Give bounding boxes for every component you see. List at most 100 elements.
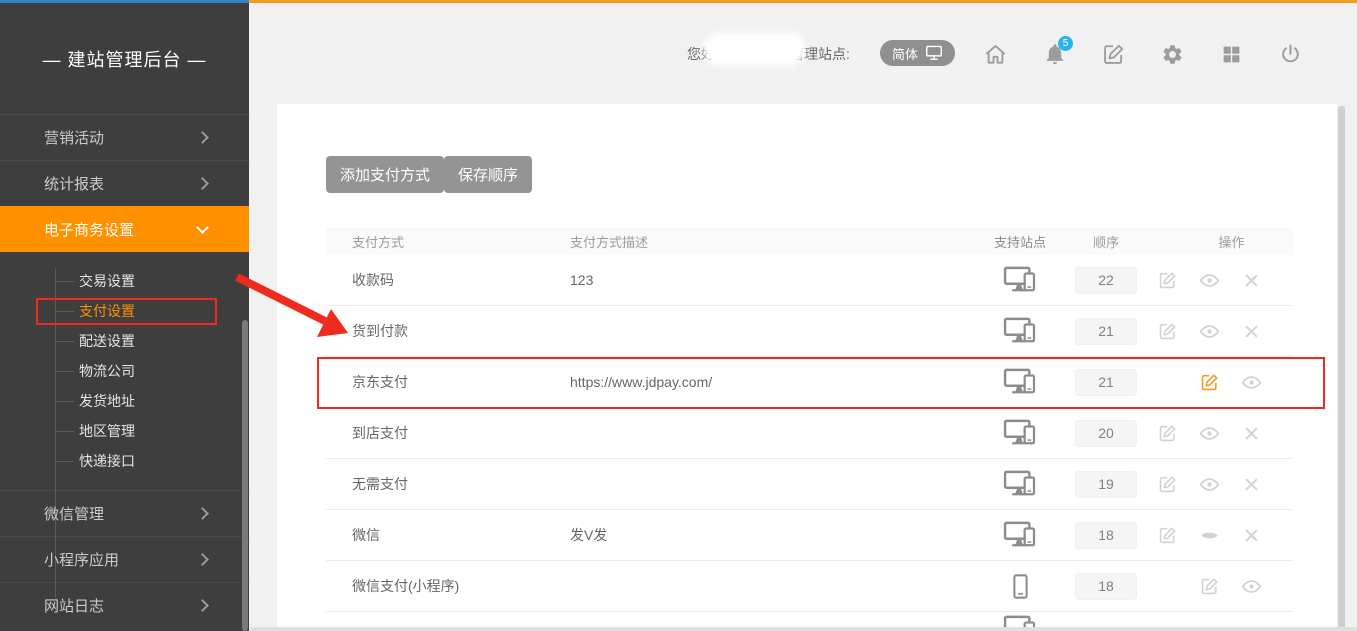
notification-badge: 5 (1058, 36, 1073, 51)
sidebar-subitem-0[interactable]: 交易设置 (0, 266, 249, 296)
order-cell: 18 (1070, 573, 1142, 600)
supported-sites-cell (970, 368, 1070, 396)
topbar: 您好 管理站点: 简体 5 (249, 3, 1357, 104)
gear-icon[interactable] (1159, 41, 1185, 67)
sidebar-subitem-1[interactable]: 支付设置 (0, 296, 249, 326)
edit-icon[interactable] (1188, 373, 1230, 392)
order-input[interactable]: 21 (1075, 369, 1137, 396)
sidebar-item-bottom-0[interactable]: 微信管理 (0, 490, 249, 536)
payment-method-description: 123 (570, 272, 970, 288)
close-icon[interactable] (1230, 323, 1272, 340)
eye-icon[interactable] (1188, 270, 1230, 291)
chevron-right-icon (196, 507, 209, 520)
payment-method-name: 货到付款 (326, 321, 570, 341)
desktop-mobile-icon (1003, 470, 1037, 498)
payment-method-name: 微信 (326, 525, 570, 545)
sidebar-item-bottom-2[interactable]: 网站日志 (0, 582, 249, 628)
sidebar-item-top-1[interactable]: 统计报表 (0, 160, 249, 206)
payment-method-name: 到店支付 (326, 423, 570, 443)
payment-table-body: 收款码12322货到付款21京东支付https://www.jdpay.com/… (326, 255, 1293, 631)
close-icon[interactable] (1230, 476, 1272, 493)
table-row-0: 收款码123 22 (326, 255, 1293, 306)
edit-icon[interactable] (1146, 424, 1188, 443)
chevron-right-icon (196, 131, 209, 144)
admin-page: — 建站管理后台 — 营销活动统计报表电子商务设置交易设置支付设置配送设置物流公… (0, 0, 1357, 631)
site-switcher-pill[interactable]: 简体 (880, 40, 955, 66)
supported-sites-cell (970, 521, 1070, 549)
sidebar-subitem-5[interactable]: 地区管理 (0, 416, 249, 446)
desktop-mobile-icon (1003, 521, 1037, 549)
sidebar-item-label: 小程序应用 (44, 549, 119, 570)
sidebar-subitem-label: 发货地址 (79, 391, 135, 411)
operations-cell (1142, 321, 1293, 342)
close-icon[interactable] (1230, 527, 1272, 544)
grid-icon[interactable] (1218, 41, 1244, 67)
eye-off-icon[interactable] (1188, 525, 1230, 546)
order-cell (1070, 612, 1142, 615)
submenu-tree-tick (55, 461, 74, 462)
payment-method-description (570, 612, 970, 615)
sidebar-subitem-label: 快递接口 (79, 451, 135, 471)
eye-icon[interactable] (1188, 321, 1230, 342)
header-supported-sites: 支持站点 (970, 232, 1070, 251)
eye-icon[interactable] (1188, 474, 1230, 495)
sidebar-subitem-3[interactable]: 物流公司 (0, 356, 249, 386)
content-card: 添加支付方式 保存顺序 支付方式 支付方式描述 支持站点 顺序 操作 收款码12… (277, 104, 1337, 631)
chevron-right-icon (196, 599, 209, 612)
sidebar-subitem-2[interactable]: 配送设置 (0, 326, 249, 356)
eye-icon[interactable] (1188, 423, 1230, 444)
sidebar-item-bottom-1[interactable]: 小程序应用 (0, 536, 249, 582)
edit-icon[interactable] (1146, 322, 1188, 341)
order-input[interactable]: 18 (1075, 573, 1137, 600)
sidebar-item-top-2[interactable]: 电子商务设置 (0, 206, 249, 252)
table-row-3: 到店支付 20 (326, 408, 1293, 459)
sidebar-submenu: 交易设置支付设置配送设置物流公司发货地址地区管理快递接口 (0, 252, 249, 490)
sidebar-subitem-4[interactable]: 发货地址 (0, 386, 249, 416)
sidebar-item-top-0[interactable]: 营销活动 (0, 114, 249, 160)
edit-icon[interactable] (1146, 475, 1188, 494)
sidebar-menu: 营销活动统计报表电子商务设置交易设置支付设置配送设置物流公司发货地址地区管理快递… (0, 114, 249, 628)
close-icon[interactable] (1230, 272, 1272, 289)
order-cell: 21 (1070, 369, 1142, 396)
app-title: — 建站管理后台 — (0, 3, 249, 114)
mobile-icon (1013, 574, 1028, 599)
payment-method-name: 无需支付 (326, 474, 570, 494)
horizontal-scrollbar[interactable] (250, 627, 1357, 631)
edit-icon[interactable] (1146, 526, 1188, 545)
order-cell: 18 (1070, 522, 1142, 549)
payment-method-description: https://www.jdpay.com/ (570, 374, 970, 390)
order-input[interactable]: 18 (1075, 522, 1137, 549)
order-input[interactable]: 20 (1075, 420, 1137, 447)
vertical-scrollbar[interactable] (1338, 106, 1345, 631)
sidebar-subitem-label: 配送设置 (79, 331, 135, 351)
payment-method-name: 收款码 (326, 270, 570, 290)
operations-cell (1142, 525, 1293, 546)
operations-cell (1142, 270, 1293, 291)
payment-method-name (326, 612, 570, 615)
edit-icon[interactable] (1188, 577, 1230, 596)
eye-icon[interactable] (1230, 372, 1272, 393)
sidebar-item-label: 统计报表 (44, 173, 104, 194)
order-input[interactable]: 22 (1075, 267, 1137, 294)
add-payment-method-button[interactable]: 添加支付方式 (326, 156, 444, 193)
sidebar-item-label: 营销活动 (44, 127, 104, 148)
payment-method-description: 发V发 (570, 525, 970, 545)
edit-icon[interactable] (1146, 271, 1188, 290)
home-icon[interactable] (982, 41, 1008, 67)
sidebar-scrollbar[interactable] (242, 320, 248, 631)
supported-sites-cell (970, 419, 1070, 447)
close-icon[interactable] (1230, 425, 1272, 442)
supported-sites-cell (970, 470, 1070, 498)
order-input[interactable]: 21 (1075, 318, 1137, 345)
edit-square-icon[interactable] (1100, 41, 1126, 67)
eye-icon[interactable] (1230, 576, 1272, 597)
supported-sites-cell (970, 317, 1070, 345)
chevron-right-icon (196, 177, 209, 190)
sidebar-subitem-6[interactable]: 快递接口 (0, 446, 249, 476)
sidebar-subitem-label: 地区管理 (79, 421, 135, 441)
desktop-mobile-icon (1003, 317, 1037, 345)
save-order-button[interactable]: 保存顺序 (444, 156, 532, 193)
power-icon[interactable] (1277, 41, 1303, 67)
monitor-icon (925, 45, 943, 61)
order-input[interactable]: 19 (1075, 471, 1137, 498)
